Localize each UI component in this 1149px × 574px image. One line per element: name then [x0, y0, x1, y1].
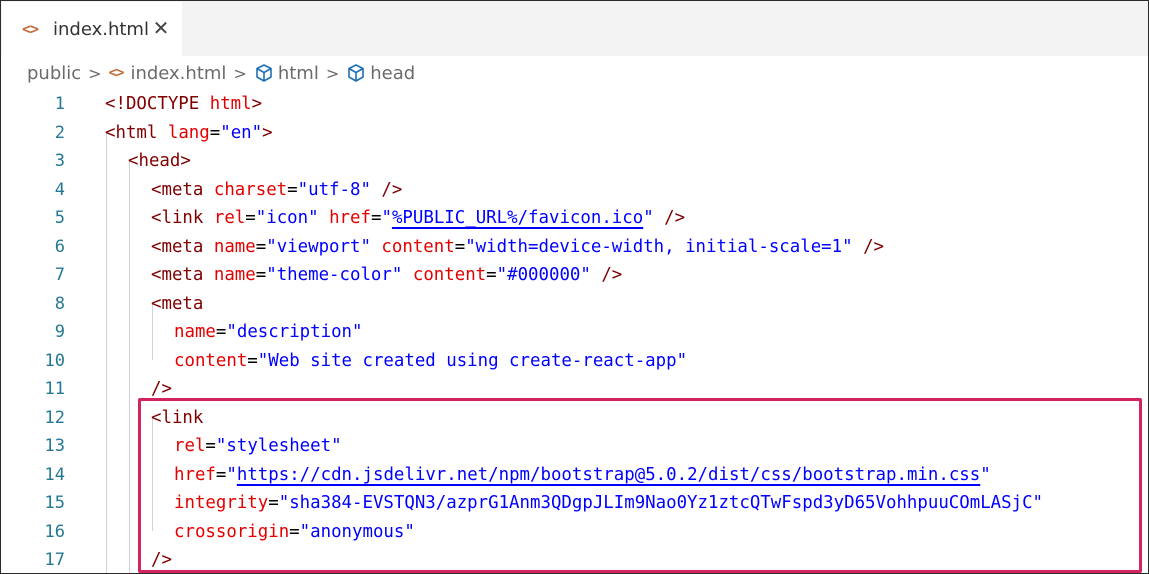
- code-icon: <>: [108, 65, 125, 81]
- code-line[interactable]: 1 <!DOCTYPE html>: [1, 90, 1148, 119]
- link-favicon[interactable]: %PUBLIC_URL%/favicon.ico: [392, 208, 643, 228]
- code-line[interactable]: 17 />: [1, 546, 1148, 573]
- chevron-right-icon: >: [233, 63, 247, 83]
- code-line[interactable]: 8 <meta: [1, 290, 1148, 319]
- tab-label: index.html: [53, 18, 149, 40]
- line-number: 16: [44, 521, 65, 542]
- code-line[interactable]: 14 href="https://cdn.jsdelivr.net/npm/bo…: [1, 461, 1148, 490]
- code-text: <!DOCTYPE html>: [105, 94, 263, 115]
- tab-index-html[interactable]: <> index.html ✕: [2, 2, 182, 56]
- line-number: 3: [54, 151, 65, 172]
- link-bootstrap-css[interactable]: https://cdn.jsdelivr.net/npm/bootstrap@5…: [237, 465, 980, 485]
- code-line[interactable]: 15 integrity="sha384-EVSTQN3/azprG1Anm3Q…: [1, 489, 1148, 518]
- line-number: 7: [54, 265, 65, 286]
- line-number: 17: [44, 550, 65, 571]
- code-text: name="description": [174, 322, 363, 343]
- breadcrumb-item-head[interactable]: head: [346, 63, 415, 84]
- breadcrumb-item-public[interactable]: public: [27, 63, 81, 84]
- code-text: <head>: [128, 151, 191, 172]
- chevron-right-icon: >: [88, 63, 102, 83]
- code-line[interactable]: 2 <html lang="en">: [1, 119, 1148, 148]
- chevron-right-icon: >: [325, 63, 340, 83]
- code-line[interactable]: 11 />: [1, 375, 1148, 404]
- line-number: 10: [44, 350, 65, 371]
- line-number: 11: [44, 379, 65, 400]
- code-icon: <>: [22, 20, 39, 38]
- code-text: href="https://cdn.jsdelivr.net/npm/boots…: [174, 464, 991, 485]
- code-text: <html lang="en">: [105, 122, 273, 143]
- code-text: <meta charset="utf-8" />: [151, 179, 403, 200]
- code-text: />: [151, 379, 172, 400]
- close-icon[interactable]: ✕: [150, 16, 172, 40]
- breadcrumb-item-html[interactable]: html: [254, 63, 319, 84]
- line-number: 5: [54, 208, 65, 229]
- code-text: content="Web site created using create-r…: [174, 350, 688, 371]
- line-number: 2: [54, 122, 65, 143]
- line-number: 13: [44, 436, 65, 457]
- line-number: 8: [54, 293, 65, 314]
- code-text: integrity="sha384-EVSTQN3/azprG1Anm3QDgp…: [174, 493, 1044, 514]
- code-line[interactable]: 16 crossorigin="anonymous": [1, 518, 1148, 547]
- line-number: 9: [54, 322, 65, 343]
- code-line[interactable]: 9 name="description": [1, 318, 1148, 347]
- breadcrumb-item-index-html[interactable]: <> index.html: [109, 63, 227, 84]
- code-text: <meta name="theme-color" content="#00000…: [151, 265, 623, 286]
- editor-window: <> index.html ✕ public > <> index.html >…: [0, 0, 1149, 574]
- cube-icon: [254, 63, 274, 83]
- code-text: <meta name="viewport" content="width=dev…: [151, 236, 885, 257]
- line-number: 12: [44, 407, 65, 428]
- code-line[interactable]: 7 <meta name="theme-color" content="#000…: [1, 261, 1148, 290]
- code-text: <link: [151, 407, 204, 428]
- code-text: <link rel="icon" href="%PUBLIC_URL%/favi…: [151, 208, 686, 229]
- breadcrumb-label: index.html: [130, 62, 227, 84]
- line-number: 1: [54, 94, 65, 115]
- code-text: rel="stylesheet": [174, 436, 342, 457]
- code-line[interactable]: 10 content="Web site created using creat…: [1, 347, 1148, 376]
- breadcrumb-label: public: [27, 62, 82, 84]
- breadcrumb-label: head: [370, 62, 416, 84]
- line-number: 14: [44, 464, 65, 485]
- breadcrumb: public > <> index.html > html > head: [1, 56, 1148, 90]
- code-line[interactable]: 13 rel="stylesheet": [1, 432, 1148, 461]
- code-text: <meta: [151, 293, 204, 314]
- code-line[interactable]: 3 <head>: [1, 147, 1148, 176]
- code-line[interactable]: 5 <link rel="icon" href="%PUBLIC_URL%/fa…: [1, 204, 1148, 233]
- code-text: crossorigin="anonymous": [174, 521, 415, 542]
- code-editor[interactable]: 1 <!DOCTYPE html> 2 <html lang="en"> 3 <…: [1, 90, 1148, 573]
- cube-icon: [346, 63, 366, 83]
- code-line[interactable]: 4 <meta charset="utf-8" />: [1, 176, 1148, 205]
- code-line[interactable]: 12 <link: [1, 404, 1148, 433]
- line-number: 15: [44, 493, 65, 514]
- tab-bar: <> index.html ✕: [1, 1, 1148, 56]
- line-number: 4: [54, 179, 65, 200]
- code-line[interactable]: 6 <meta name="viewport" content="width=d…: [1, 233, 1148, 262]
- code-text: />: [151, 550, 172, 571]
- breadcrumb-label: html: [277, 62, 319, 84]
- line-number: 6: [54, 236, 65, 257]
